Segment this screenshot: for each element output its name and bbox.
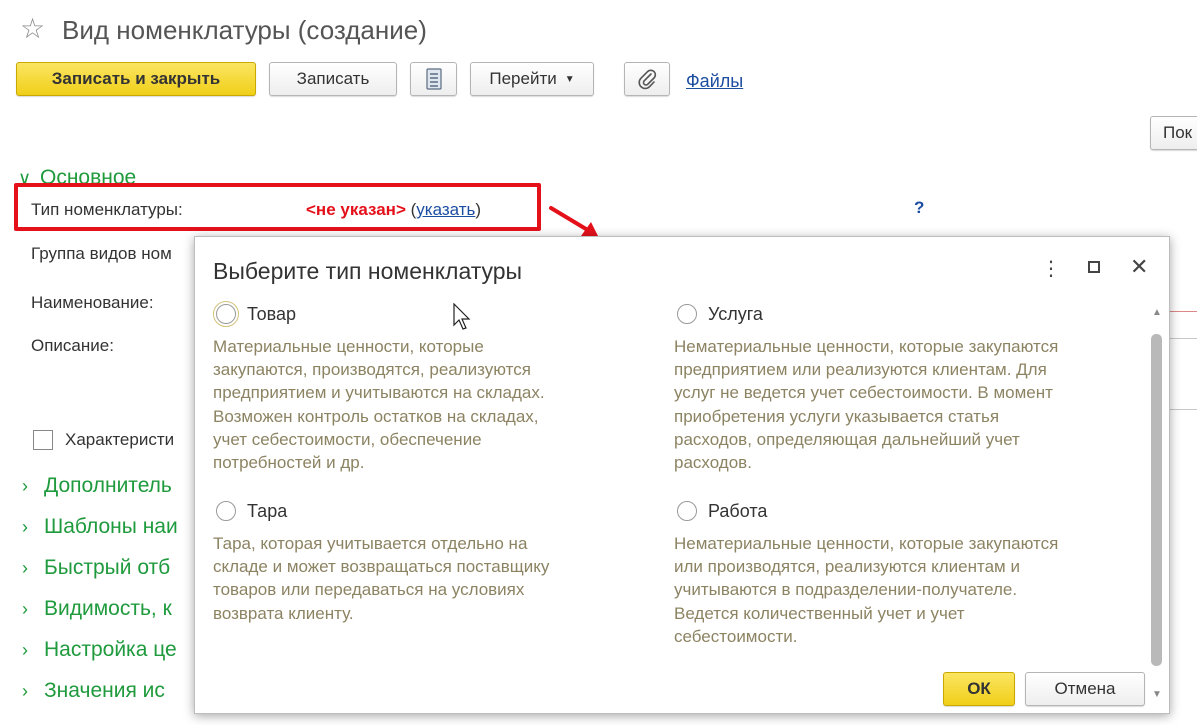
option-container-label[interactable]: Тара xyxy=(247,500,287,522)
scroll-down-icon[interactable]: ▼ xyxy=(1152,689,1162,700)
option-service-label[interactable]: Услуга xyxy=(708,303,763,325)
goto-dropdown-button[interactable]: Перейти ▼ xyxy=(470,62,594,96)
dialog-title: Выберите тип номенклатуры xyxy=(213,258,523,284)
group-label: Группа видов ном xyxy=(31,244,172,263)
select-type-dialog: Выберите тип номенклатуры ⋮ ✕ Товар Мате… xyxy=(194,236,1170,714)
maximize-icon[interactable] xyxy=(1088,261,1100,273)
section-price-settings[interactable]: › Настройка це xyxy=(22,637,177,663)
chevron-right-icon: › xyxy=(22,476,28,496)
option-container-description: Тара, которая учитывается отдельно на ск… xyxy=(213,534,550,623)
report-button[interactable] xyxy=(410,62,457,96)
section-additional[interactable]: › Дополнитель xyxy=(22,473,172,499)
section-templates[interactable]: › Шаблоны наи xyxy=(22,514,178,540)
characteristics-label: Характеристи xyxy=(65,430,175,449)
chevron-right-icon: › xyxy=(22,517,28,537)
dialog-scrollbar[interactable]: ▲ ▼ xyxy=(1151,307,1163,707)
field-edge xyxy=(1170,311,1197,312)
section-label: Шаблоны наи xyxy=(44,515,178,538)
option-goods-description: Материальные ценности, которые закупаютс… xyxy=(213,337,545,473)
radio-service[interactable] xyxy=(677,304,697,324)
chevron-right-icon: › xyxy=(22,599,28,619)
chevron-right-icon: › xyxy=(22,558,28,578)
radio-goods[interactable] xyxy=(213,301,239,327)
cancel-button[interactable]: Отмена xyxy=(1025,672,1145,706)
help-icon[interactable]: ? xyxy=(914,198,924,218)
section-label: Видимость, к xyxy=(44,597,172,620)
name-label: Наименование: xyxy=(31,293,154,312)
section-label: Значения ис xyxy=(44,679,165,702)
chevron-down-icon: ▼ xyxy=(564,73,575,85)
section-visibility[interactable]: › Видимость, к xyxy=(22,596,172,622)
description-label: Описание: xyxy=(31,336,114,355)
section-label: Дополнитель xyxy=(44,474,172,497)
description-field-edge[interactable] xyxy=(1170,338,1197,410)
highlight-box xyxy=(14,183,541,231)
save-button[interactable]: Записать xyxy=(269,62,397,96)
more-menu-icon[interactable]: ⋮ xyxy=(1041,258,1061,280)
report-list-icon xyxy=(425,68,442,90)
chevron-right-icon: › xyxy=(22,640,28,660)
ok-button[interactable]: ОК xyxy=(943,672,1015,706)
scroll-up-icon[interactable]: ▲ xyxy=(1152,307,1162,318)
characteristics-checkbox[interactable] xyxy=(33,430,53,450)
option-work-label[interactable]: Работа xyxy=(708,500,767,522)
attach-button[interactable] xyxy=(624,62,670,96)
favorite-star-icon[interactable]: ☆ xyxy=(20,12,45,46)
radio-work[interactable] xyxy=(677,501,697,521)
section-label: Быстрый отб xyxy=(44,556,171,579)
option-service-description: Нематериальные ценности, которые закупаю… xyxy=(674,337,1059,473)
section-label: Настройка це xyxy=(44,638,177,661)
chevron-right-icon: › xyxy=(22,681,28,701)
option-goods-label[interactable]: Товар xyxy=(247,303,296,325)
save-and-close-button[interactable]: Записать и закрыть xyxy=(16,62,256,96)
files-link[interactable]: Файлы xyxy=(686,70,743,92)
paperclip-icon xyxy=(638,69,657,90)
option-work-description: Нематериальные ценности, которые закупаю… xyxy=(674,534,1059,646)
close-icon[interactable]: ✕ xyxy=(1130,256,1148,278)
window-title: Вид номенклатуры (создание) xyxy=(62,15,427,45)
scroll-thumb[interactable] xyxy=(1151,334,1162,666)
right-toolbar-button[interactable]: Пок xyxy=(1150,116,1197,150)
section-values[interactable]: › Значения ис xyxy=(22,678,165,704)
mouse-cursor-icon xyxy=(453,303,471,330)
goto-label: Перейти xyxy=(489,69,557,88)
radio-container[interactable] xyxy=(216,501,236,521)
section-quick-select[interactable]: › Быстрый отб xyxy=(22,555,170,581)
